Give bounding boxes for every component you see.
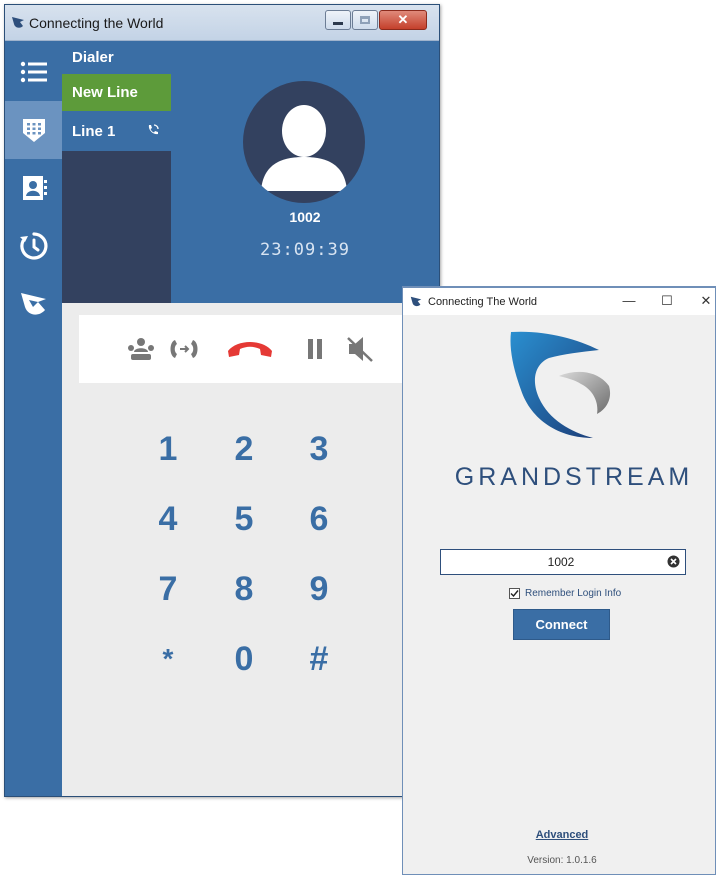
dialpad-icon: [22, 119, 45, 142]
grandstream-brand-logo: [510, 331, 611, 438]
key-6[interactable]: 6: [299, 499, 339, 539]
key-4[interactable]: 4: [148, 499, 188, 539]
transfer-call-icon: [170, 340, 198, 358]
transfer-button[interactable]: [167, 335, 201, 363]
key-7[interactable]: 7: [148, 569, 188, 609]
caller-avatar: [243, 81, 365, 203]
key-star[interactable]: *: [148, 639, 188, 679]
minimize-button[interactable]: —: [619, 292, 639, 310]
dialer-titlebar[interactable]: Connecting the World ✕: [5, 5, 439, 41]
sidebar-item-about[interactable]: [5, 275, 62, 333]
clear-input-icon[interactable]: [667, 555, 680, 568]
call-info-panel: 1002 23:09:39: [171, 41, 439, 303]
minimize-icon: [333, 21, 343, 25]
sidebar-item-contacts[interactable]: [5, 159, 62, 217]
keypad-area: 1 2 3 4 5 6 7 8 9 * 0 #: [62, 303, 439, 796]
grandstream-logo-icon: [20, 293, 46, 315]
call-controls-bar: [79, 315, 439, 383]
conference-phone-icon: [128, 338, 154, 360]
mute-button[interactable]: [345, 335, 375, 363]
login-window-title: Connecting The World: [428, 296, 538, 308]
person-icon: [261, 105, 347, 191]
menu-list-icon: [20, 61, 47, 83]
active-call-icon: [148, 124, 159, 135]
grandstream-logo-icon: [12, 17, 24, 28]
sidebar: [5, 41, 62, 796]
hang-up-icon: [228, 342, 272, 357]
dialer-window-title: Connecting the World: [29, 15, 164, 31]
account-input[interactable]: [441, 550, 661, 574]
dialer-header: Dialer: [62, 41, 171, 74]
remember-login-option[interactable]: Remember Login Info: [509, 586, 621, 600]
maximize-icon: [360, 16, 370, 24]
contacts-icon: [22, 176, 47, 200]
key-3[interactable]: 3: [299, 429, 339, 469]
sidebar-item-dialpad[interactable]: [5, 101, 62, 159]
dialer-window: Connecting the World ✕ Dialer New Line L…: [4, 4, 440, 797]
close-button[interactable]: ✕: [379, 10, 427, 30]
hold-button[interactable]: [305, 335, 325, 363]
new-line-button[interactable]: New Line: [62, 74, 171, 111]
minimize-icon: —: [622, 293, 636, 308]
screenshot-stage: Connecting the World ✕ Dialer New Line L…: [0, 0, 716, 875]
maximize-icon: ☐: [661, 293, 673, 308]
conference-button[interactable]: [127, 335, 155, 363]
key-9[interactable]: 9: [299, 569, 339, 609]
key-8[interactable]: 8: [224, 569, 264, 609]
line-1-item[interactable]: Line 1: [62, 111, 171, 151]
login-titlebar[interactable]: Connecting The World — ☐ ✕: [403, 288, 715, 315]
advanced-link[interactable]: Advanced: [403, 829, 715, 841]
key-0[interactable]: 0: [224, 639, 264, 679]
close-button[interactable]: ✕: [696, 292, 716, 310]
sidebar-item-history[interactable]: [5, 217, 62, 275]
sidebar-item-menu[interactable]: [5, 43, 62, 101]
version-text: Version: 1.0.1.6: [527, 855, 597, 866]
close-icon: ✕: [397, 12, 409, 27]
minimize-button[interactable]: [325, 10, 351, 30]
maximize-button[interactable]: [352, 10, 378, 30]
key-2[interactable]: 2: [224, 429, 264, 469]
key-1[interactable]: 1: [148, 429, 188, 469]
brand-name: GRANDSTREAM: [454, 463, 694, 491]
key-hash[interactable]: #: [299, 639, 339, 679]
mute-speaker-icon: [347, 337, 373, 362]
history-clock-icon: [19, 232, 47, 260]
caller-number: 1002: [289, 209, 321, 225]
lines-panel: Dialer New Line Line 1: [62, 41, 171, 303]
login-window: Connecting The World — ☐ ✕ GRANDSTREAM 1…: [402, 286, 716, 875]
hang-up-button[interactable]: [225, 335, 275, 363]
connect-button[interactable]: Connect: [513, 609, 610, 640]
remember-label: Remember Login Info: [525, 587, 622, 599]
account-field[interactable]: [440, 549, 686, 575]
remember-checkbox[interactable]: [509, 587, 520, 599]
maximize-button[interactable]: ☐: [657, 292, 677, 310]
close-icon: ✕: [700, 293, 712, 308]
line-1-label: Line 1: [72, 123, 116, 140]
checkmark-icon: [510, 589, 519, 597]
call-timer: 23:09:39: [260, 240, 350, 260]
grandstream-logo-icon: [410, 296, 422, 307]
key-5[interactable]: 5: [224, 499, 264, 539]
hold-pause-icon: [308, 339, 322, 359]
